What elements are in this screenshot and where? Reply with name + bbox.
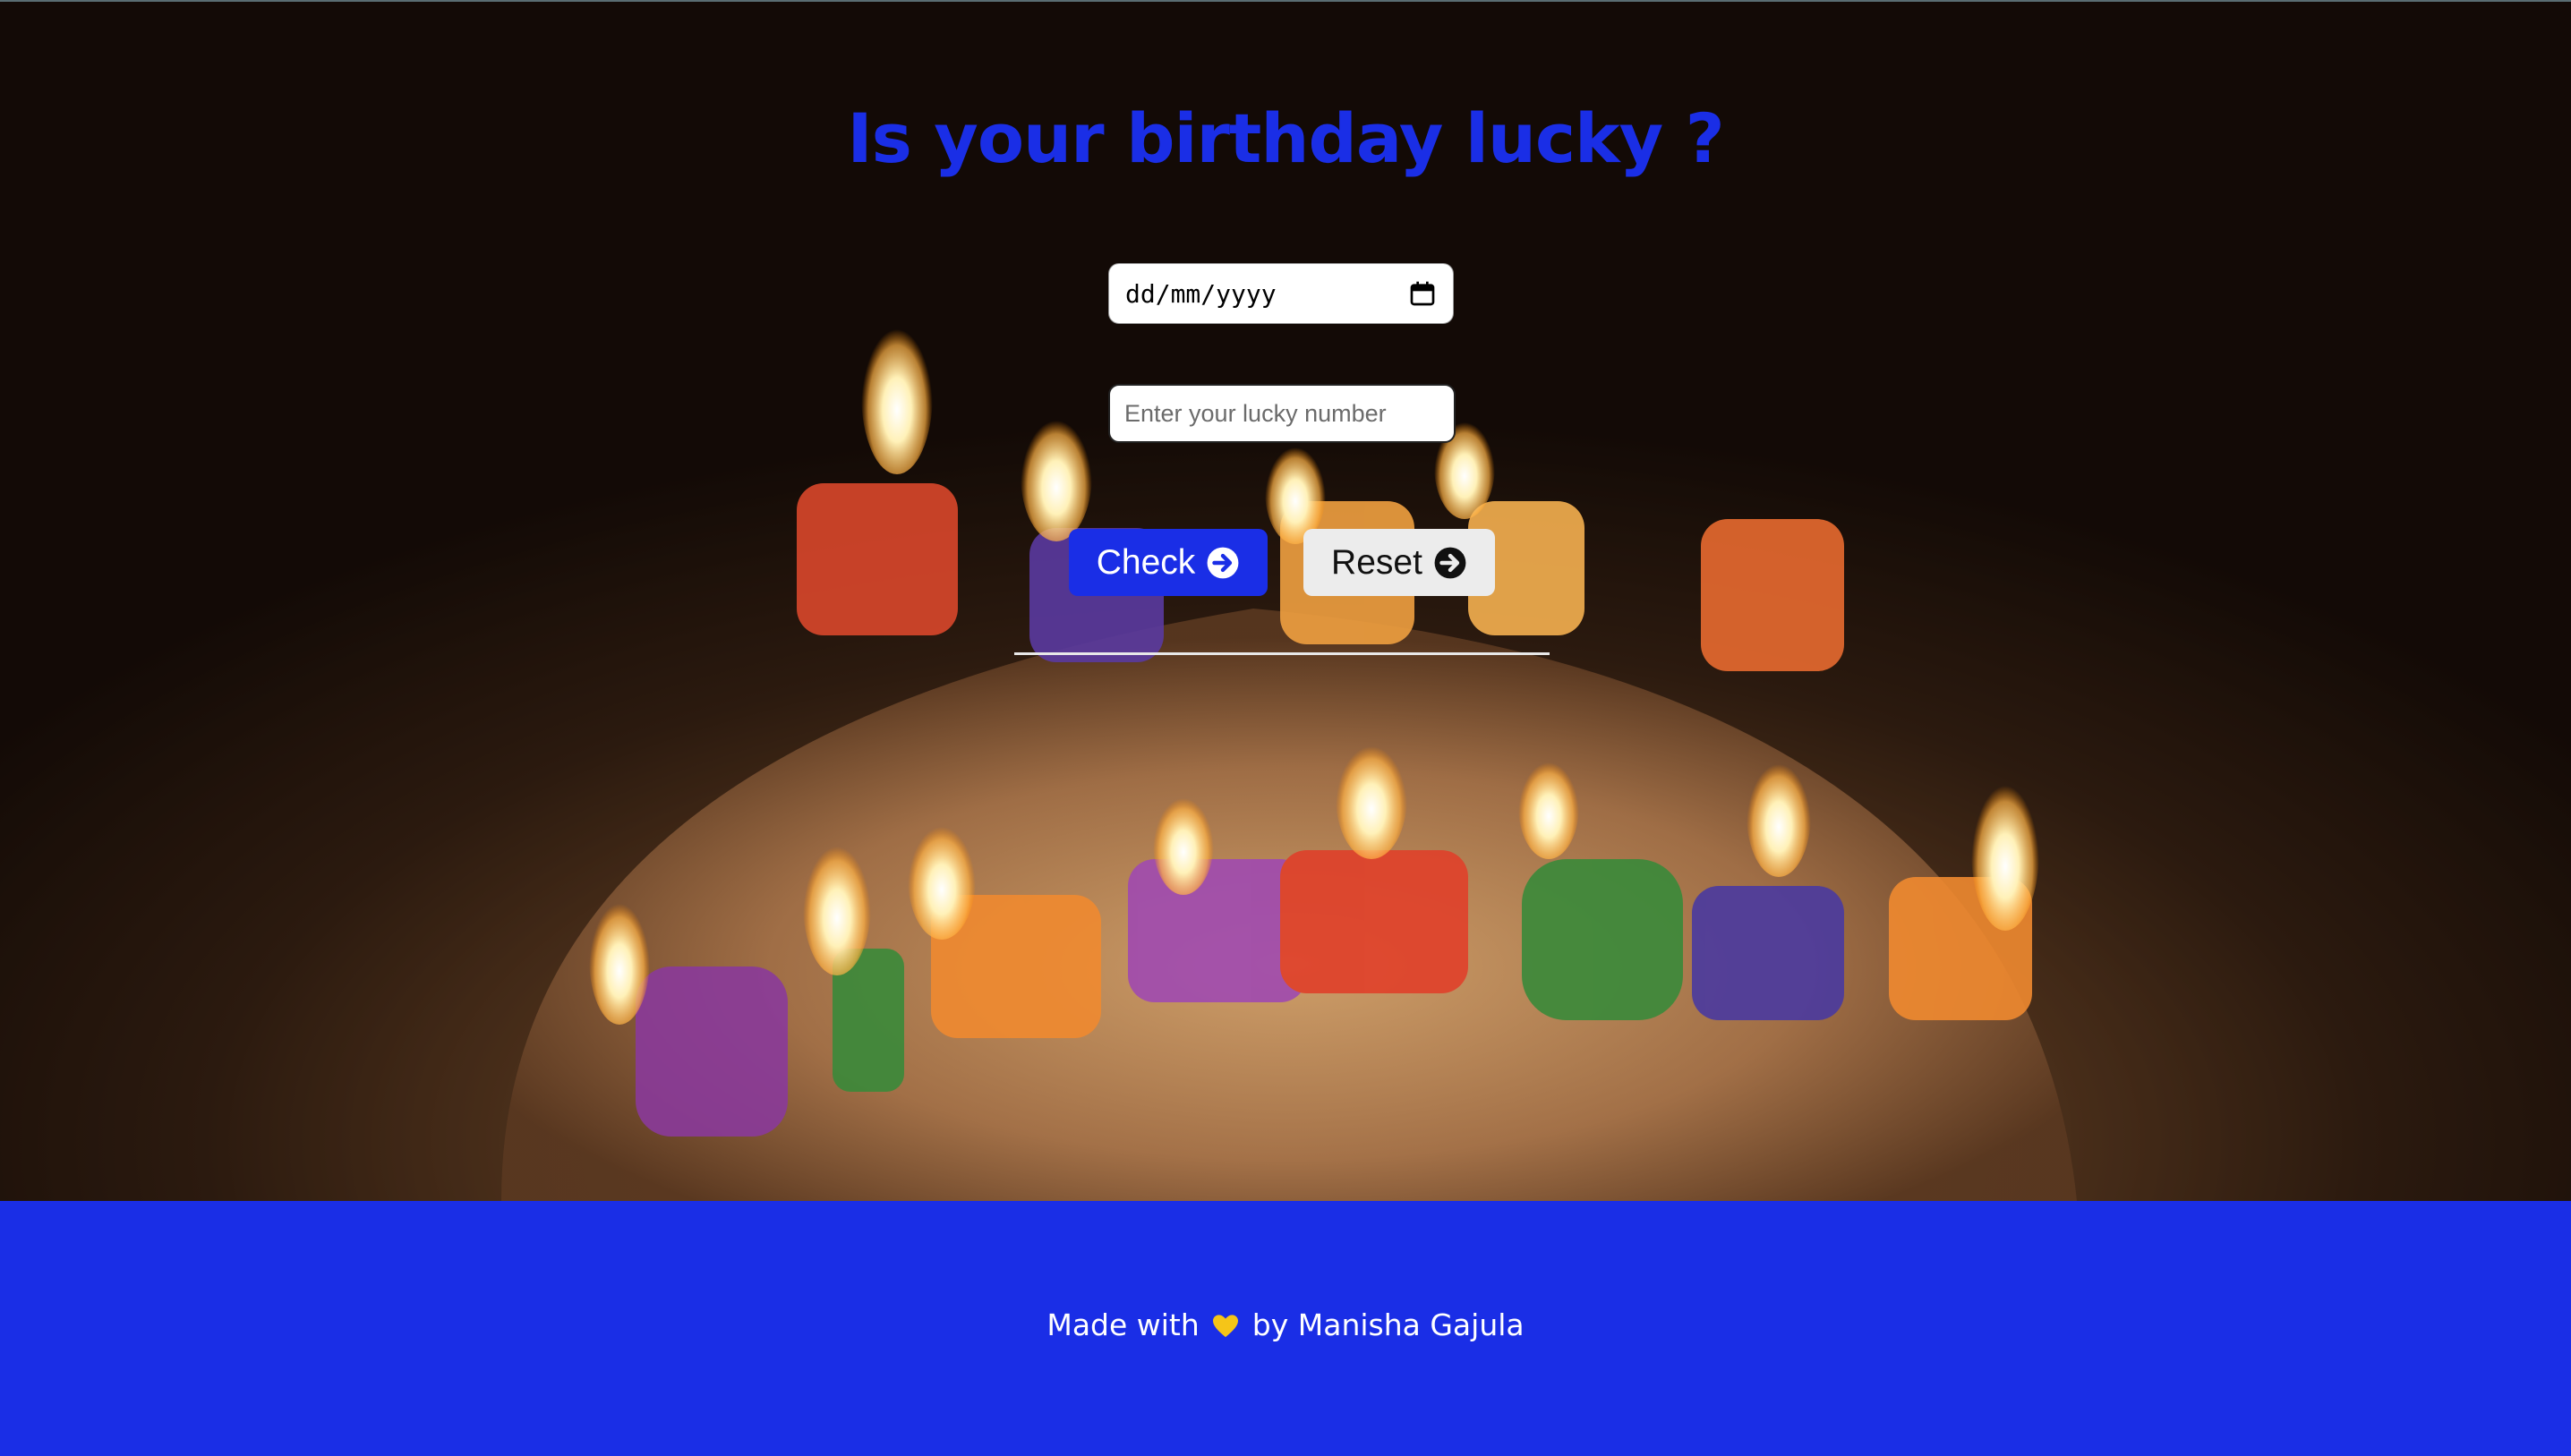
- yellow-heart-icon: [1213, 1315, 1239, 1338]
- top-border: [0, 0, 2571, 2]
- birthday-cake-background: [0, 0, 2571, 1201]
- arrow-right-circle-icon: [1434, 547, 1466, 578]
- hero-section: Is your birthday lucky ? dd/mm/yyyy Chec…: [0, 0, 2571, 1201]
- arrow-right-circle-icon: [1207, 547, 1239, 578]
- calendar-icon[interactable]: [1408, 279, 1437, 308]
- lucky-number-input[interactable]: [1108, 384, 1456, 443]
- date-placeholder: dd/mm/yyyy: [1125, 278, 1277, 309]
- page-title: Is your birthday lucky ?: [847, 98, 1724, 178]
- check-button-label: Check: [1096, 542, 1196, 582]
- output-divider: [1014, 652, 1550, 655]
- footer-suffix: by Manisha Gajula: [1251, 1307, 1525, 1342]
- birthdate-input[interactable]: dd/mm/yyyy: [1108, 263, 1454, 324]
- reset-button-label: Reset: [1331, 542, 1422, 582]
- reset-button[interactable]: Reset: [1303, 529, 1495, 596]
- footer-credit: Made with by Manisha Gajula: [0, 1307, 2571, 1342]
- footer-prefix: Made with: [1046, 1307, 1200, 1342]
- check-button[interactable]: Check: [1069, 529, 1268, 596]
